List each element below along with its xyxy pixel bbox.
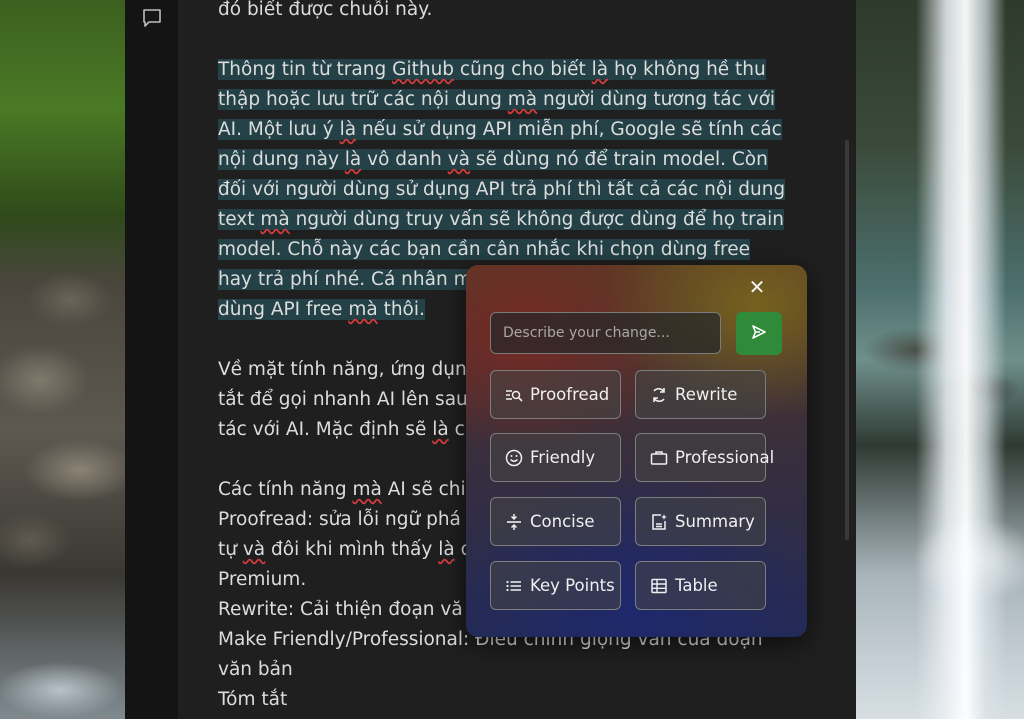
desktop-wallpaper-right — [856, 0, 1024, 719]
briefcase-icon — [650, 449, 668, 467]
summary-button[interactable]: Summary — [635, 497, 766, 546]
proofread-button[interactable]: Proofread — [490, 370, 621, 419]
table-button[interactable]: Table — [635, 561, 766, 610]
proofread-icon — [505, 386, 523, 404]
left-rail — [125, 0, 178, 719]
smiley-icon — [505, 449, 523, 467]
scrollbar[interactable] — [845, 140, 849, 540]
concise-button[interactable]: Concise — [490, 497, 621, 546]
ai-assistant-popup: ✕ Proofread Rewrite Friendly Professiona… — [466, 265, 807, 637]
send-icon — [751, 324, 767, 344]
comment-icon[interactable] — [141, 8, 163, 28]
send-button[interactable] — [736, 312, 782, 355]
friendly-button[interactable]: Friendly — [490, 433, 621, 482]
desktop-wallpaper-left — [0, 0, 125, 719]
close-button[interactable]: ✕ — [747, 277, 767, 297]
list-icon — [505, 577, 523, 595]
rewrite-icon — [650, 386, 668, 404]
describe-change-input[interactable] — [490, 312, 721, 354]
compress-icon — [505, 513, 523, 531]
professional-button[interactable]: Professional — [635, 433, 774, 482]
summary-icon — [650, 513, 668, 531]
table-icon — [650, 577, 668, 595]
paragraph: Về mặt tính năng, ứng dụn tắt để gọi nha… — [218, 359, 468, 440]
rewrite-button[interactable]: Rewrite — [635, 370, 766, 419]
key-points-button[interactable]: Key Points — [490, 561, 621, 610]
text-line: đó biết được chuỗi này. — [218, 0, 433, 20]
